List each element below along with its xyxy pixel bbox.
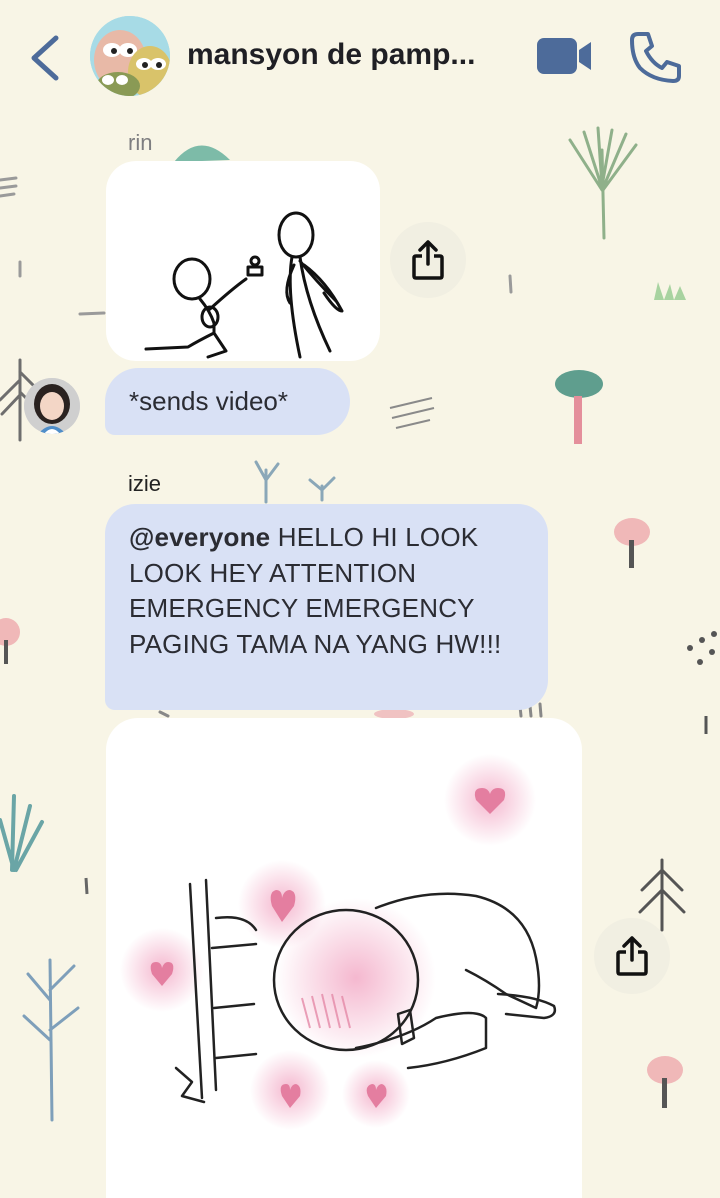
sender-name: rin [128, 130, 153, 155]
wallpaper-grass-icon [654, 282, 686, 300]
video-call-button[interactable] [535, 36, 595, 78]
back-button[interactable] [24, 30, 72, 86]
video-camera-icon [537, 38, 591, 74]
voice-call-button[interactable] [628, 30, 682, 84]
blushing-sticker-image [120, 754, 557, 1130]
wallpaper-tree-icon [174, 145, 230, 162]
avatar-photo [24, 378, 80, 434]
mention-tag[interactable]: @everyone [129, 522, 270, 552]
wallpaper-plant-icon [568, 126, 638, 240]
sender-name: izie [128, 471, 162, 496]
sender-avatar[interactable] [24, 378, 80, 434]
chat-title[interactable]: mansyon de pamp... [187, 38, 517, 72]
group-avatar-image [90, 16, 170, 96]
share-button[interactable] [390, 222, 466, 298]
chevron-left-icon [31, 35, 59, 81]
message-bubble[interactable]: *sends video* [105, 368, 350, 435]
message-text: @everyone HELLO HI LOOK LOOK HEY ATTENTI… [129, 520, 529, 662]
phone-icon [630, 32, 681, 83]
message-text: *sends video* [129, 386, 288, 416]
image-message[interactable] [106, 718, 582, 1198]
proposal-sticker-image [144, 211, 344, 359]
share-icon [616, 936, 648, 976]
image-message[interactable] [106, 161, 380, 361]
chat-header: mansyon de pamp... [0, 0, 720, 118]
share-icon [412, 240, 444, 280]
group-avatar[interactable] [90, 16, 170, 96]
message-bubble[interactable]: @everyone HELLO HI LOOK LOOK HEY ATTENTI… [105, 504, 548, 710]
share-button[interactable] [594, 918, 670, 994]
